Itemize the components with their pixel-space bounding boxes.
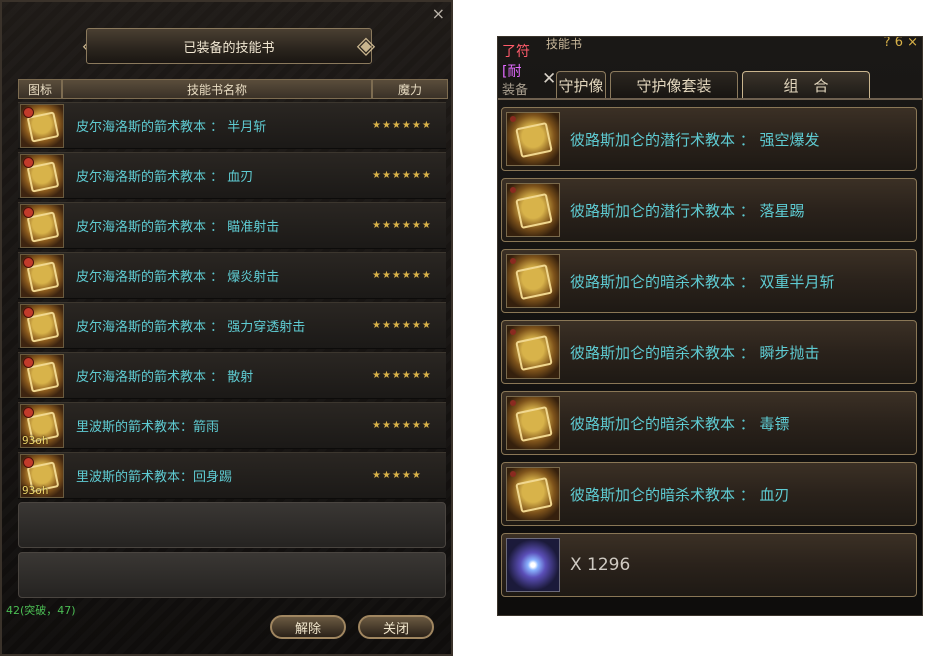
cooldown-timer: 93oh	[22, 483, 49, 497]
background-text-purple: [耐	[502, 64, 522, 80]
skillbook-icon	[20, 153, 64, 198]
gem-quantity: X 1296	[570, 555, 631, 575]
skillbook-name: 皮尔海洛斯的箭术教本 ： 散射	[76, 370, 254, 385]
background-text-grey: 装备	[502, 83, 529, 98]
skillbook-icon	[506, 112, 560, 166]
skillbook-icon	[506, 467, 560, 521]
tab-guardian[interactable]: 守护像	[556, 71, 606, 99]
skillbook-name: 里波斯的箭术教本：回身踢	[76, 470, 233, 485]
window-title: 已装备的技能书	[86, 28, 372, 64]
skillbook-icon: 93oh	[20, 403, 64, 448]
mana-stars: ★★★★★★	[372, 270, 432, 281]
close-button[interactable]: 关闭	[358, 615, 434, 639]
combo-skillbook-row[interactable]: 彼路斯加仑的潜行术教本 ： 落星踢	[501, 178, 917, 242]
column-header: 图标 技能书名称 魔力	[18, 79, 448, 99]
equipped-skillbook-window: × ◈ 已装备的技能书 ◈ 图标 技能书名称 魔力 皮尔海洛斯的箭术教本 ： 半…	[0, 0, 453, 656]
skillbook-icon	[506, 183, 560, 237]
skillbook-name: 彼路斯加仑的潜行术教本 ： 落星踢	[570, 201, 805, 220]
skillbook-name: 皮尔海洛斯的箭术教本 ： 瞄准射击	[76, 220, 280, 235]
skillbook-row[interactable]: 皮尔海洛斯的箭术教本 ： 散射 ★★★★★★	[18, 352, 446, 399]
close-icon[interactable]: ✕	[542, 69, 556, 89]
skillbook-name: 里波斯的箭术教本：箭雨	[76, 420, 220, 435]
tab-combination[interactable]: 组 合	[742, 71, 870, 99]
skillbook-row[interactable]: 皮尔海洛斯的箭术教本 ： 血刃 ★★★★★★	[18, 152, 446, 199]
scroll-ornament-right-icon: ◈	[356, 31, 376, 59]
skillbook-row[interactable]: 93oh 里波斯的箭术教本：箭雨 ★★★★★★	[18, 402, 446, 449]
gem-material-row[interactable]: X 1296	[501, 533, 917, 597]
column-mana: 魔力	[372, 79, 448, 99]
mana-stars: ★★★★★★	[372, 170, 432, 181]
skillbook-icon	[506, 396, 560, 450]
window-title: 技能书	[546, 37, 583, 51]
mana-stars: ★★★★★★	[372, 220, 432, 231]
combo-skillbook-row[interactable]: 彼路斯加仑的潜行术教本 ： 强空爆发	[501, 107, 917, 171]
tab-divider	[498, 98, 922, 100]
combo-skillbook-row[interactable]: 彼路斯加仑的暗杀术教本 ： 血刃	[501, 462, 917, 526]
remove-button[interactable]: 解除	[270, 615, 346, 639]
skillbook-name: 彼路斯加仑的暗杀术教本 ： 毒镖	[570, 414, 790, 433]
skillbook-icon	[506, 254, 560, 308]
empty-slot[interactable]	[18, 502, 446, 548]
skillbook-icon	[506, 325, 560, 379]
skillbook-name: 皮尔海洛斯的箭术教本 ： 爆炎射击	[76, 270, 280, 285]
skillbook-row[interactable]: 皮尔海洛斯的箭术教本 ： 半月斩 ★★★★★★	[18, 102, 446, 149]
skillbook-name: 彼路斯加仑的暗杀术教本 ： 瞬步抛击	[570, 343, 820, 362]
mana-stars: ★★★★★★	[372, 370, 432, 381]
background-status-text: 42(突破，47)	[6, 604, 76, 617]
skillbook-row[interactable]: 皮尔海洛斯的箭术教本 ： 瞄准射击 ★★★★★★	[18, 202, 446, 249]
skillbook-icon	[20, 103, 64, 148]
background-text-red: 了符	[502, 44, 530, 60]
skillbook-name: 彼路斯加仑的潜行术教本 ： 强空爆发	[570, 130, 820, 149]
combo-skillbook-row[interactable]: 彼路斯加仑的暗杀术教本 ： 双重半月斩	[501, 249, 917, 313]
column-icon: 图标	[18, 79, 62, 99]
skillbook-row[interactable]: 皮尔海洛斯的箭术教本 ： 爆炎射击 ★★★★★★	[18, 252, 446, 299]
close-icon[interactable]: ×	[432, 6, 445, 22]
column-name: 技能书名称	[62, 79, 372, 99]
skillbook-icon	[20, 353, 64, 398]
skillbook-row[interactable]: 皮尔海洛斯的箭术教本 ： 强力穿透射击 ★★★★★★	[18, 302, 446, 349]
mana-stars: ★★★★★	[372, 470, 422, 481]
mana-stars: ★★★★★★	[372, 320, 432, 331]
skillbook-name: 皮尔海洛斯的箭术教本 ： 血刃	[76, 170, 254, 185]
combo-skillbook-row[interactable]: 彼路斯加仑的暗杀术教本 ： 瞬步抛击	[501, 320, 917, 384]
help-lock-close-icon[interactable]: ? 6 ×	[884, 37, 918, 50]
cooldown-timer: 93oh	[22, 433, 49, 447]
skillbook-combo-window: 技能书 ? 6 × 了符 [耐 装备 ✕ 守护像 守护像套装 组 合 彼路斯加仑…	[497, 36, 923, 616]
mana-stars: ★★★★★★	[372, 420, 432, 431]
tab-guardian-set[interactable]: 守护像套装	[610, 71, 738, 99]
mana-stars: ★★★★★★	[372, 120, 432, 131]
empty-slot[interactable]	[18, 552, 446, 598]
combo-skillbook-row[interactable]: 彼路斯加仑的暗杀术教本 ： 毒镖	[501, 391, 917, 455]
skillbook-icon	[20, 253, 64, 298]
skillbook-row[interactable]: 93oh 里波斯的箭术教本：回身踢 ★★★★★	[18, 452, 446, 499]
skillbook-icon: 93oh	[20, 453, 64, 498]
skillbook-name: 皮尔海洛斯的箭术教本 ： 强力穿透射击	[76, 320, 306, 335]
skillbook-icon	[20, 303, 64, 348]
skillbook-name: 彼路斯加仑的暗杀术教本 ： 血刃	[570, 485, 790, 504]
skillbook-name: 皮尔海洛斯的箭术教本 ： 半月斩	[76, 120, 267, 135]
gem-icon	[506, 538, 560, 592]
skillbook-icon	[20, 203, 64, 248]
skillbook-name: 彼路斯加仑的暗杀术教本 ： 双重半月斩	[570, 272, 835, 291]
